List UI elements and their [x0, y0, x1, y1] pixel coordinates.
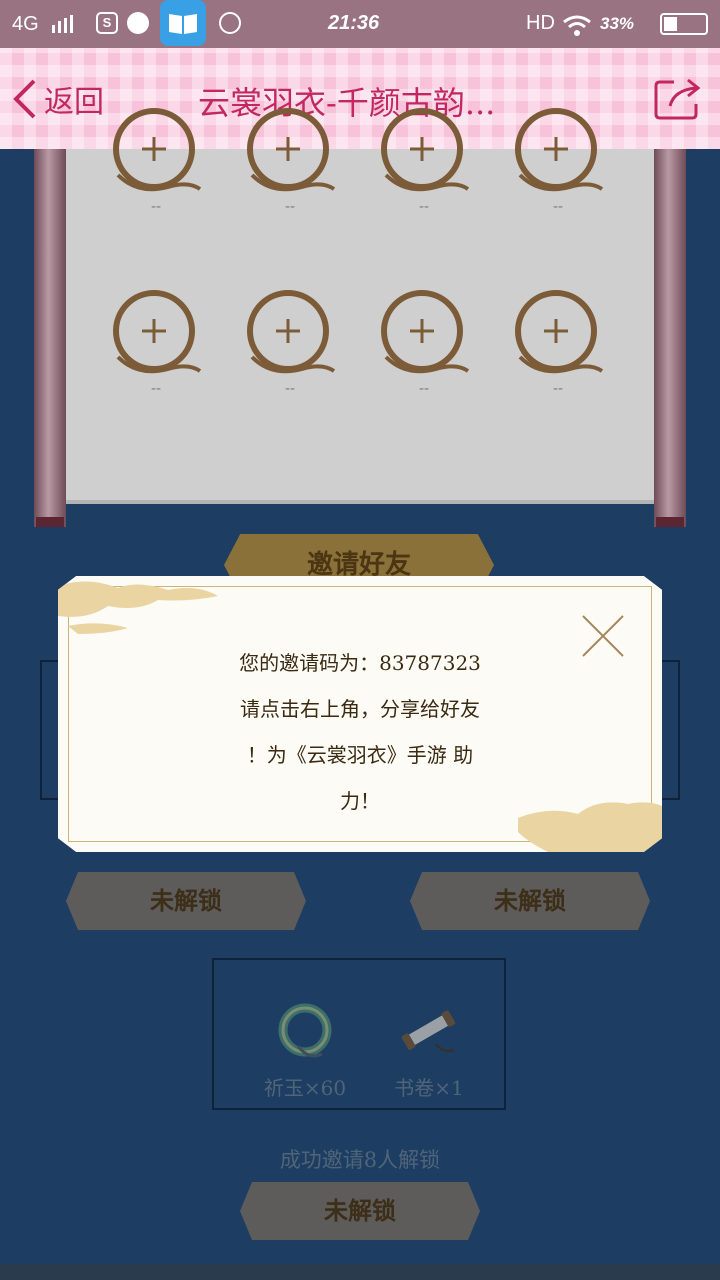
slot-label: -- — [418, 381, 430, 397]
friend-slot[interactable]: -- — [242, 287, 338, 397]
unlock-button-right[interactable]: 未解锁 — [410, 872, 650, 930]
dialog-message: 您的邀请码为：83787323 请点击右上角，分享给好友 ！为《云裳羽衣》手游 … — [160, 640, 560, 824]
dialog-line: 您的邀请码为：83787323 — [239, 651, 481, 675]
status-bar: 4G S 21:36 HD 33% — [0, 0, 720, 48]
add-friend-icon — [381, 290, 470, 374]
friend-slot[interactable]: -- — [376, 287, 472, 397]
globe-icon — [219, 12, 241, 34]
friend-slot[interactable]: -- — [376, 105, 472, 215]
dialog-line: 力！ — [340, 789, 380, 813]
jade-icon — [278, 1003, 332, 1058]
dialog-line: 请点击右上角，分享给好友 — [240, 697, 480, 721]
wifi-icon — [563, 15, 591, 36]
slot-label: -- — [284, 381, 296, 397]
back-label: 返回 — [44, 85, 104, 120]
friend-slot[interactable]: -- — [510, 287, 606, 397]
unlock-condition: 成功邀请8人解锁 — [279, 1148, 441, 1172]
slot-label: -- — [552, 381, 564, 397]
s-app-icon: S — [96, 12, 118, 34]
battery-icon — [660, 13, 708, 35]
add-friend-icon — [113, 108, 202, 192]
battery-percent: 33% — [600, 14, 635, 33]
scroll-rod-right — [654, 149, 686, 527]
friend-slot[interactable]: -- — [108, 105, 204, 215]
friend-slot[interactable]: -- — [242, 105, 338, 215]
share-icon[interactable] — [652, 76, 704, 122]
cloud-decoration — [58, 581, 218, 634]
reward-box: 祈玉×60 书卷×1 — [212, 958, 506, 1110]
add-friend-icon — [515, 290, 604, 374]
back-button[interactable]: 返回 — [10, 74, 104, 124]
reward-item-jade: 祈玉×60 — [250, 994, 360, 1101]
clock: 21:36 — [328, 12, 380, 34]
reward-item-scroll: 书卷×1 — [374, 994, 484, 1101]
slot-label: -- — [150, 381, 162, 397]
slot-label: -- — [552, 199, 564, 215]
message-icon — [127, 12, 149, 34]
scroll-rod-left — [34, 149, 66, 527]
signal-icon — [52, 15, 73, 33]
close-icon[interactable] — [580, 613, 626, 659]
reward-label: 书卷×1 — [394, 1076, 464, 1100]
slot-label: -- — [284, 199, 296, 215]
dialog-line: ！为《云裳羽衣》手游 助 — [246, 743, 474, 767]
carrier-label: 4G — [12, 13, 39, 35]
add-friend-icon — [381, 108, 470, 192]
add-friend-icon — [113, 290, 202, 374]
slot-label: -- — [418, 199, 430, 215]
add-friend-icon — [247, 290, 336, 374]
add-friend-icon — [515, 108, 604, 192]
add-friend-icon — [247, 108, 336, 192]
reward-label: 祈玉×60 — [263, 1076, 347, 1100]
unlock-button-bottom[interactable]: 未解锁 — [240, 1182, 480, 1240]
chevron-left-icon — [13, 79, 36, 119]
slot-label: -- — [150, 199, 162, 215]
hd-label: HD — [526, 12, 555, 34]
unlock-button-left[interactable]: 未解锁 — [66, 872, 306, 930]
friend-slot[interactable]: -- — [108, 287, 204, 397]
scroll-paper: -- -- -- -- -- -- -- -- — [66, 108, 654, 504]
invite-scroll: -- -- -- -- -- -- -- -- — [34, 108, 686, 527]
scroll-icon — [401, 1010, 456, 1053]
bottom-bar — [0, 1264, 720, 1280]
friend-slot[interactable]: -- — [510, 105, 606, 215]
book-app-icon — [160, 0, 206, 46]
